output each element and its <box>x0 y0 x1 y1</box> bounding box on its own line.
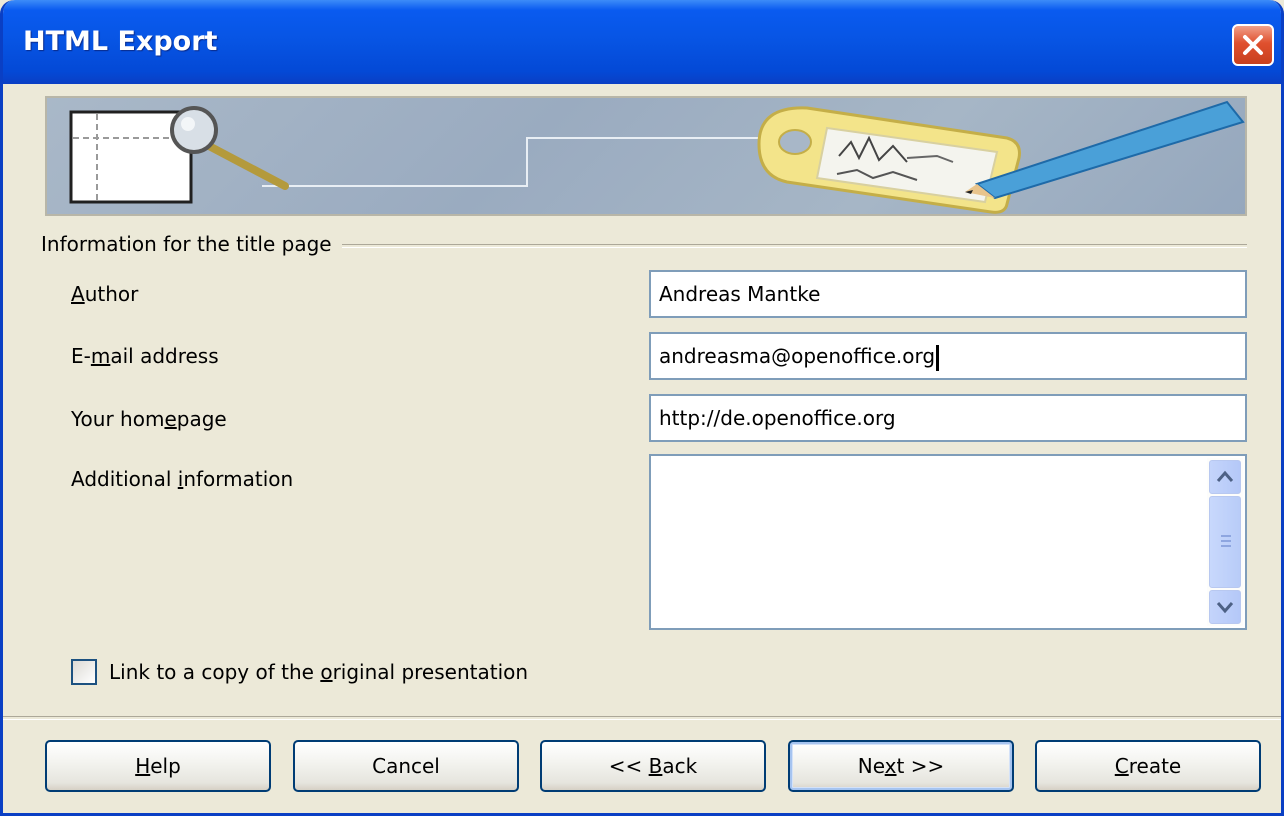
button-separator <box>3 716 1281 720</box>
scroll-thumb[interactable] <box>1209 496 1241 588</box>
grip-line <box>1221 535 1231 537</box>
scroll-down-button[interactable] <box>1209 590 1241 624</box>
vertical-scrollbar[interactable] <box>1207 458 1243 626</box>
additional-info-textarea[interactable] <box>649 454 1247 630</box>
back-button[interactable]: << Back <box>540 740 766 792</box>
author-label: Author <box>71 282 139 306</box>
group-label-title-page: Information for the title page <box>41 232 342 256</box>
cancel-button[interactable]: Cancel <box>293 740 519 792</box>
grip-line <box>1221 545 1231 547</box>
next-button[interactable]: Next >> <box>788 740 1014 792</box>
additional-info-label: Additional information <box>71 467 294 491</box>
html-export-dialog: HTML Export Information for the title pa… <box>0 0 1284 816</box>
close-icon <box>1243 35 1263 55</box>
create-button[interactable]: Create <box>1035 740 1261 792</box>
help-button[interactable]: Help <box>45 740 271 792</box>
close-button[interactable] <box>1232 24 1274 66</box>
chevron-down-icon <box>1216 602 1234 614</box>
grip-line <box>1221 540 1231 542</box>
chevron-up-icon <box>1216 470 1234 482</box>
wizard-banner <box>45 96 1247 216</box>
homepage-label: Your homepage <box>71 407 227 431</box>
email-label: E-mail address <box>71 344 219 368</box>
window-title: HTML Export <box>23 26 218 57</box>
text-caret <box>936 344 940 371</box>
scroll-up-button[interactable] <box>1209 460 1241 494</box>
key-tag-icon <box>757 106 1021 214</box>
homepage-field[interactable]: http://de.openoffice.org <box>649 394 1247 442</box>
link-original-label[interactable]: Link to a copy of the original presentat… <box>109 660 528 684</box>
title-bar[interactable]: HTML Export <box>3 0 1281 84</box>
email-field[interactable]: andreasma@openoffice.org <box>649 332 1247 380</box>
author-field[interactable]: Andreas Mantke <box>649 270 1247 318</box>
link-original-checkbox[interactable] <box>71 659 97 685</box>
